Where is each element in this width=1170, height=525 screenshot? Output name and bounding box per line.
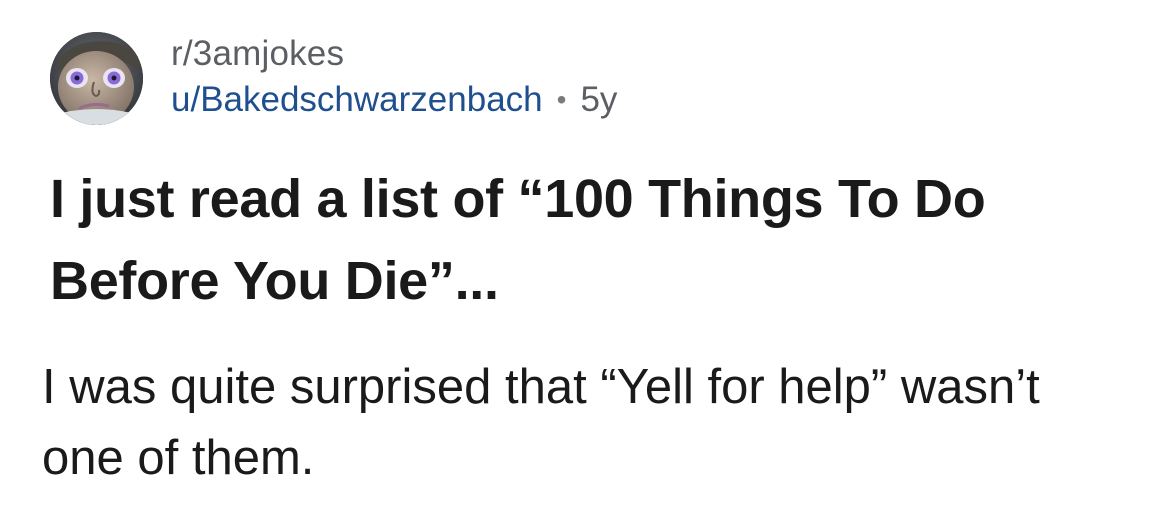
face-avatar-icon [50,31,143,125]
avatar[interactable] [50,31,143,125]
reddit-post-card: r/3amjokes u/Bakedschwarzenbach • 5y I j… [0,0,1170,525]
username-link[interactable]: u/Bakedschwarzenbach [171,76,543,124]
post-meta: r/3amjokes u/Bakedschwarzenbach • 5y [171,32,617,124]
user-line: u/Bakedschwarzenbach • 5y [171,76,617,124]
post-title[interactable]: I just read a list of “100 Things To Do … [50,158,1120,322]
post-body: I was quite surprised that “Yell for hel… [42,360,1040,485]
subreddit-link[interactable]: r/3amjokes [171,32,617,76]
post-header: r/3amjokes u/Bakedschwarzenbach • 5y [50,28,617,128]
post-age: 5y [580,80,618,119]
separator-dot: • [556,84,567,115]
